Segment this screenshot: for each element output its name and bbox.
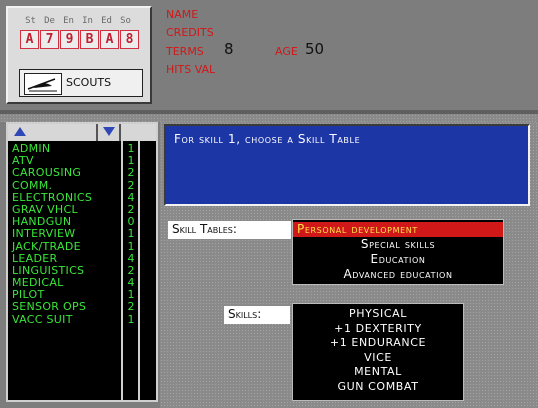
skill-option-vice[interactable]: VICE <box>293 351 463 366</box>
skill-level: 2 <box>127 300 135 314</box>
skill-table-option-advanced-education[interactable]: Advanced education <box>293 267 503 282</box>
skill-level: 4 <box>127 190 135 204</box>
skills-label: Skills: <box>224 306 290 324</box>
skill-name: INTERVIEW <box>12 227 76 241</box>
skills-menu: PHYSICAL +1 DEXTERITY +1 ENDURANCE VICE … <box>292 303 464 401</box>
skill-name: SENSOR OPS <box>12 300 87 314</box>
age-value: 50 <box>305 40 325 58</box>
skill-option-physical[interactable]: PHYSICAL <box>293 307 463 322</box>
scroll-divider <box>119 124 121 141</box>
terms-label: TERMS <box>166 45 204 58</box>
skill-option-endurance[interactable]: +1 ENDURANCE <box>293 336 463 351</box>
skill-list-scrollbar <box>8 124 156 141</box>
skill-list: ADMIN 1 ATV 1 CAROUSING 2 COMM. 2 ELECTRONIC… <box>8 143 156 326</box>
skill-name: ADMIN <box>12 142 51 155</box>
skill-name: LEADER <box>12 251 58 265</box>
skill-option-mental[interactable]: MENTAL <box>293 365 463 380</box>
skill-name: MEDICAL <box>12 276 64 290</box>
stat-headers: St De En In Ed So <box>21 16 135 26</box>
skill-row[interactable]: CAROUSING 2 <box>8 167 156 179</box>
skill-level: 4 <box>127 276 135 290</box>
skill-level: 2 <box>127 202 135 216</box>
skill-level: 2 <box>127 178 135 192</box>
scout-ship-emblem-icon <box>24 73 62 95</box>
skill-row[interactable]: VACC SUIT 1 <box>8 312 156 326</box>
name-label: NAME <box>166 8 199 21</box>
skill-level: 1 <box>127 142 135 155</box>
skill-name: CAROUSING <box>12 166 82 180</box>
stat-header-de: De <box>44 16 55 26</box>
skill-name: PILOT <box>12 288 45 302</box>
stat-value-in: B <box>80 30 99 49</box>
stat-value-so: 8 <box>120 30 139 49</box>
skill-row[interactable]: COMM. 2 <box>8 178 156 192</box>
age-label: AGE <box>275 45 298 58</box>
skill-tables-menu: Personal development Special skills Educ… <box>292 219 504 285</box>
skill-level: 2 <box>127 263 135 277</box>
skill-row[interactable]: INTERVIEW 1 <box>8 228 156 240</box>
skill-option-dexterity[interactable]: +1 DEXTERITY <box>293 322 463 337</box>
skill-list-panel: ADMIN 1 ATV 1 CAROUSING 2 COMM. 2 ELECTRONIC… <box>6 122 158 402</box>
skill-name: GRAV VHCL <box>12 202 78 216</box>
skill-row[interactable]: SENSOR OPS 2 <box>8 301 156 313</box>
skill-name: JACK/TRADE <box>12 239 81 253</box>
skill-level: 4 <box>127 251 135 265</box>
service-badge: SCOUTS <box>19 69 143 97</box>
skill-table-option-personal-development[interactable]: Personal development <box>293 222 503 237</box>
stat-value-st: A <box>20 30 39 49</box>
stat-values: A79BA8 <box>20 30 140 49</box>
stat-header-so: So <box>120 16 131 26</box>
skill-option-gun-combat[interactable]: GUN COMBAT <box>293 380 463 395</box>
skill-tables-label: Skill Tables: <box>168 221 291 239</box>
skill-name: ATV <box>12 154 34 168</box>
skill-name: COMM. <box>12 178 53 192</box>
skill-level: 1 <box>127 227 135 241</box>
skill-name: LINGUISTICS <box>12 263 85 277</box>
message-text: For skill 1, choose a Skill Table <box>174 132 361 146</box>
skill-table-option-education[interactable]: Education <box>293 252 503 267</box>
skill-level: 1 <box>127 154 135 168</box>
service-label: SCOUTS <box>66 76 112 89</box>
skill-level: 1 <box>127 312 135 326</box>
stat-header-ed: Ed <box>101 16 112 26</box>
skill-table-option-special-skills[interactable]: Special skills <box>293 237 503 252</box>
skill-row[interactable]: JACK/TRADE 1 <box>8 239 156 253</box>
stat-value-de: 7 <box>40 30 59 49</box>
character-stats-card: St De En In Ed So A79BA8 SCOUTS <box>6 6 152 104</box>
stat-value-en: 9 <box>60 30 79 49</box>
terms-value: 8 <box>224 40 234 58</box>
divider-pattern <box>0 114 538 122</box>
skill-level: 2 <box>127 166 135 180</box>
scroll-down-icon[interactable] <box>103 127 115 136</box>
skill-level: 1 <box>127 288 135 302</box>
skill-level: 0 <box>127 215 135 229</box>
scroll-divider <box>96 124 98 141</box>
skill-name: ELECTRONICS <box>12 190 93 204</box>
stat-header-st: St <box>25 16 36 26</box>
skill-name: HANDGUN <box>12 215 72 229</box>
scroll-up-icon[interactable] <box>14 127 26 136</box>
hits-label: HITS VAL <box>166 63 216 76</box>
stat-header-en: En <box>63 16 74 26</box>
skill-level: 1 <box>127 239 135 253</box>
stat-value-ed: A <box>100 30 119 49</box>
message-box: For skill 1, choose a Skill Table <box>164 124 530 206</box>
credits-label: CREDITS <box>166 26 214 39</box>
stat-header-in: In <box>82 16 93 26</box>
skill-name: VACC SUIT <box>12 312 73 326</box>
